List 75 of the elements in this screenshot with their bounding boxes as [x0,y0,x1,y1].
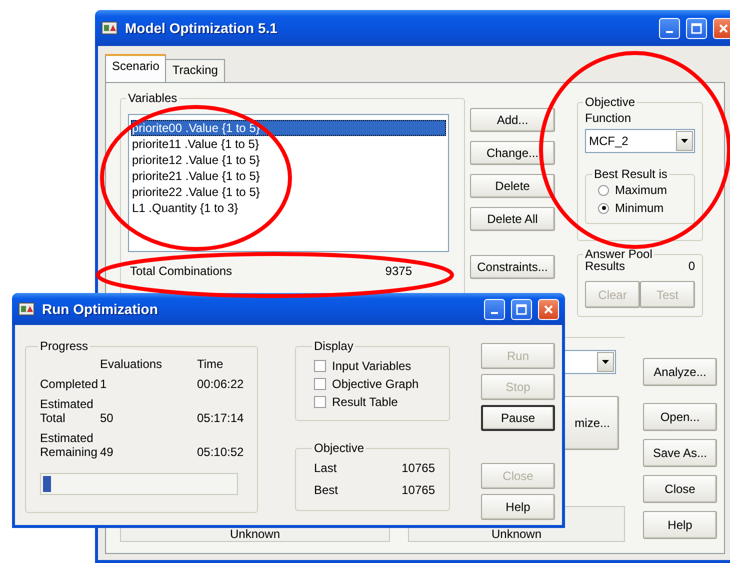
group-title: Objective [584,95,636,109]
group-title: Objective [313,441,366,455]
group-title: Variables [127,91,178,105]
window-title: Model Optimization 5.1 [125,20,278,36]
close-icon [543,304,554,314]
function-dropdown[interactable]: MCF_2 [585,129,695,153]
minimize-icon [666,31,673,33]
objective-value: 10765 [402,461,435,477]
field-label: Function [585,111,632,125]
close-icon [718,22,729,34]
time-value: 05:17:14 [197,411,245,425]
group-title: Display [313,339,354,353]
objective-label: Best [314,483,338,499]
caret-icon [681,139,688,143]
side-button[interactable]: Analyze... [643,358,717,386]
list-item[interactable]: priorite21 .Value {1 to 5} [131,168,446,184]
checkbox[interactable] [314,360,326,372]
option-label: Maximum [615,183,668,197]
objective-value: 10765 [402,483,435,499]
row-label: Estimated Remaining [40,431,98,459]
row-label: Estimated Total [40,397,94,425]
dialog-button[interactable]: Pause [481,405,555,431]
list-item[interactable]: priorite11 .Value {1 to 5} [131,136,446,152]
total-label: Total Combinations [130,264,232,278]
time-value: 05:10:52 [197,445,245,459]
action-button[interactable]: Delete [470,174,555,198]
dialog-button[interactable]: Help [481,494,555,520]
close-button[interactable] [538,298,559,320]
group-title: Best Result is [593,167,668,181]
action-button[interactable]: Add... [470,108,555,132]
tab[interactable]: Scenario [105,54,166,82]
close-button[interactable] [713,18,730,38]
side-button[interactable]: Close [643,475,717,503]
action-button[interactable]: Change... [470,141,555,165]
maximize-icon [691,22,702,34]
column-header: Evaluations [100,357,164,371]
app-icon [18,301,36,317]
evaluations-value: 1 [100,377,108,391]
caret-icon [602,360,609,364]
radio-button[interactable] [598,202,609,214]
minimize-icon [491,312,498,314]
checkbox[interactable] [314,378,326,390]
checkbox-label: Input Variables [332,359,412,373]
minimize-button[interactable] [659,18,680,38]
group-title: Progress [39,339,90,353]
list-item[interactable]: priorite22 .Value {1 to 5} [131,184,446,200]
option-label: Minimum [615,201,664,215]
maximize-button[interactable] [511,298,532,320]
group-title: Answer Pool [584,247,654,261]
maximize-button[interactable] [686,18,707,38]
side-button[interactable]: Save As... [643,439,717,467]
checkbox-label: Result Table [332,395,398,409]
tab[interactable]: Tracking [165,59,225,82]
results-value: 0 [688,259,695,273]
checkbox-label: Objective Graph [332,377,419,391]
time-value: 00:06:22 [197,377,245,391]
app-icon [101,20,119,36]
action-button[interactable]: Constraints... [470,255,555,279]
radio-button[interactable] [598,184,609,196]
window-title: Run Optimization [42,301,159,317]
list-item[interactable]: priorite12 .Value {1 to 5} [131,152,446,168]
action-button[interactable]: Delete All [470,207,555,231]
side-button[interactable]: Open... [643,403,717,431]
total-value: 9375 [385,264,412,278]
checkbox[interactable] [314,396,326,408]
row-label: Completed [40,377,98,391]
maximize-icon [516,304,527,314]
evaluations-value: 49 [100,445,114,459]
results-label: Results [585,259,626,273]
column-header: Time [197,357,224,371]
side-button[interactable]: Help [643,511,717,539]
minimize-button[interactable] [484,298,505,320]
evaluations-value: 50 [100,411,114,425]
list-item[interactable]: L1 .Quantity {1 to 3} [131,200,446,216]
objective-label: Last [314,461,337,477]
